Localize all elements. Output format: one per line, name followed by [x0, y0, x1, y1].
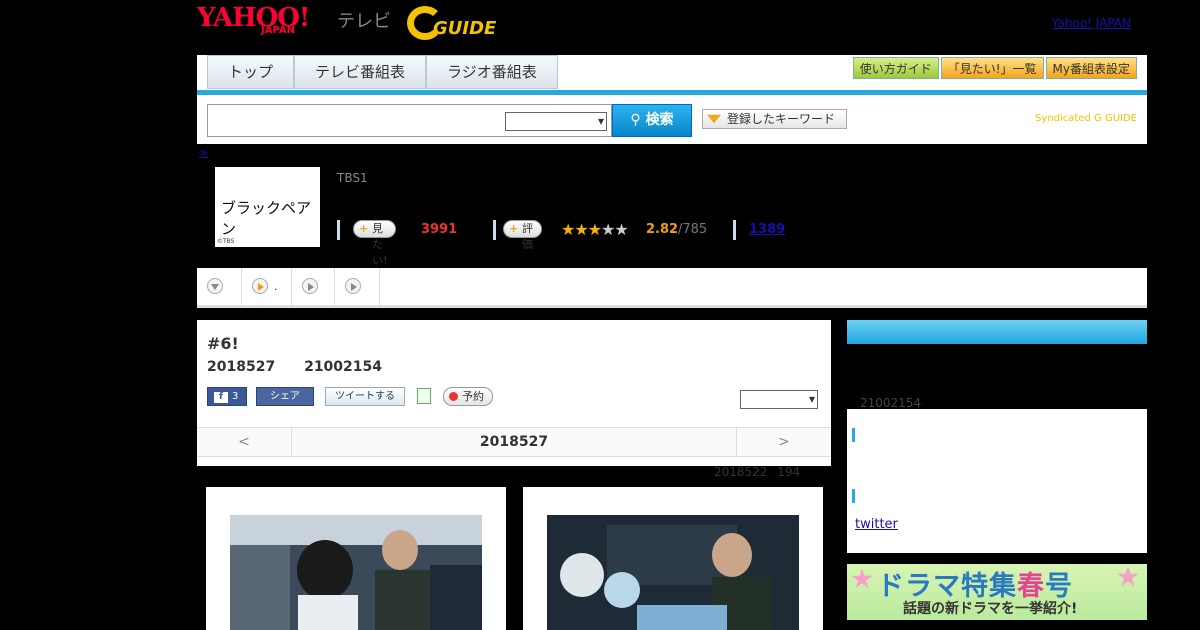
channel-name: TBS1 [337, 171, 368, 185]
side-panel-header [847, 320, 1147, 344]
updated-info: 2018522 194 [714, 465, 800, 479]
yahoo-logo-japan: JAPAN [261, 25, 295, 36]
pager-prev-button[interactable]: < [197, 428, 292, 457]
facebook-share-label: シェア [270, 391, 300, 402]
tweet-button[interactable]: ツイートする [325, 387, 405, 406]
breadcrumb[interactable]: > [199, 146, 208, 159]
yahoo-japan-link[interactable]: Yahoo! JAPAN [1052, 16, 1131, 30]
want-list-button[interactable]: 「見たい!」一覧 [940, 57, 1044, 79]
episode-title: #6! [207, 334, 239, 353]
play-icon [302, 278, 318, 294]
side-marker [852, 428, 855, 442]
stats-divider [733, 220, 736, 240]
side-panel-time: 21002154 [860, 396, 922, 410]
site-header: YAHOO! JAPAN テレビ GUIDE Yahoo! JAPAN [197, 0, 1147, 52]
main-nav: トップ テレビ番組表 ラジオ番組表 使い方ガイド 「見たい!」一覧 My番組表設… [197, 55, 1147, 144]
tweet-label: ツイートする [335, 391, 395, 402]
facebook-share-button[interactable]: シェア [256, 387, 314, 406]
tab-top[interactable]: トップ [207, 55, 295, 89]
syndicated-gguide-logo: Syndicated G GUIDE [1035, 113, 1137, 124]
episode-select[interactable] [740, 390, 818, 409]
episode-time: 21002154 [304, 359, 383, 375]
program-thumbnail-copyright: ©TBS [217, 238, 235, 245]
side-panel: 21002154 twitter [847, 320, 1147, 553]
side-marker [852, 489, 855, 503]
scene-photo-card[interactable] [206, 487, 506, 630]
sub-tab-2[interactable]: . [242, 268, 292, 305]
twitter-link[interactable]: twitter [855, 517, 898, 532]
play-icon [345, 278, 361, 294]
updated-date: 2018522 [714, 465, 768, 479]
nav-tabs: トップ テレビ番組表 ラジオ番組表 [207, 55, 558, 89]
facebook-icon: f [214, 392, 228, 403]
date-pager: < 2018527 > [197, 427, 831, 457]
tv-logo-text[interactable]: テレビ [337, 7, 391, 33]
star-icon: ★ [601, 220, 615, 239]
scene-photo-card[interactable] [523, 487, 823, 630]
nav-tools: 使い方ガイド 「見たい!」一覧 My番組表設定 [852, 57, 1137, 79]
banner-subtitle: 話題の新ドラマを一挙紹介! [903, 601, 1078, 617]
reserve-button[interactable]: 予約 [443, 387, 493, 406]
updated-count: 194 [777, 465, 801, 479]
search-button-label: 検索 [645, 112, 674, 128]
drama-special-banner[interactable]: ドラマ特集春号 話題の新ドラマを一挙紹介! [847, 564, 1147, 620]
link-count[interactable]: 1389 [749, 222, 785, 237]
want-to-watch-button[interactable]: 見たい! [353, 220, 397, 267]
search-category-select[interactable] [505, 112, 607, 131]
star-icon: ★ [614, 220, 628, 239]
saved-keywords-button[interactable]: 登録したキーワード [702, 109, 847, 129]
nav-divider-bar [197, 90, 1147, 95]
rate-button[interactable]: 評価 [503, 220, 542, 251]
program-thumbnail-title: ブラックペアン [221, 199, 312, 238]
episode-panel: #6! 2018527 21002154 f3 シェア ツイートする 予約 < … [197, 320, 831, 466]
sub-tab-1[interactable] [197, 268, 242, 305]
usage-guide-button[interactable]: 使い方ガイド [852, 57, 939, 79]
flower-icon [1117, 566, 1139, 587]
stats-divider [493, 220, 496, 240]
scene-photo [547, 515, 799, 630]
want-count: 3991 [421, 222, 458, 237]
sub-tab-label: . [274, 280, 278, 293]
sub-tab-3[interactable] [292, 268, 335, 305]
rating-value: 2.82 [646, 222, 679, 237]
play-icon [252, 278, 268, 294]
pager-next-button[interactable]: > [736, 428, 831, 457]
search-button[interactable]: ⚲ 検索 [612, 104, 692, 137]
rating-count: /785 [678, 222, 708, 237]
gguide-logo-text: GUIDE [433, 18, 497, 39]
episode-datetime: 2018527 21002154 [207, 359, 382, 375]
star-icon: ★ [574, 220, 588, 239]
sub-tabs: . [197, 268, 1147, 308]
add-calendar-icon[interactable] [417, 388, 431, 404]
page: YAHOO! JAPAN テレビ GUIDE Yahoo! JAPAN トップ … [0, 0, 1200, 630]
search-icon: ⚲ [630, 112, 646, 128]
pager-current-date: 2018527 [479, 434, 549, 450]
tab-tv-schedule[interactable]: テレビ番組表 [294, 55, 427, 89]
facebook-count-button[interactable]: f3 [207, 387, 247, 406]
flower-icon [851, 568, 873, 589]
facebook-count: 3 [232, 391, 239, 402]
sub-tab-4[interactable] [335, 268, 380, 305]
episode-date: 2018527 [207, 359, 276, 375]
program-thumbnail: ブラックペアン ©TBS [215, 167, 320, 247]
tab-radio-schedule[interactable]: ラジオ番組表 [426, 55, 558, 89]
gguide-logo: GUIDE [407, 6, 507, 42]
my-schedule-settings-button[interactable]: My番組表設定 [1045, 57, 1137, 79]
chevron-down-icon [207, 278, 223, 294]
rating-stars: ★★★★★ [561, 220, 629, 239]
star-icon: ★ [561, 220, 575, 239]
scene-photo [230, 515, 482, 630]
star-icon: ★ [587, 220, 602, 239]
stats-divider [337, 220, 340, 240]
